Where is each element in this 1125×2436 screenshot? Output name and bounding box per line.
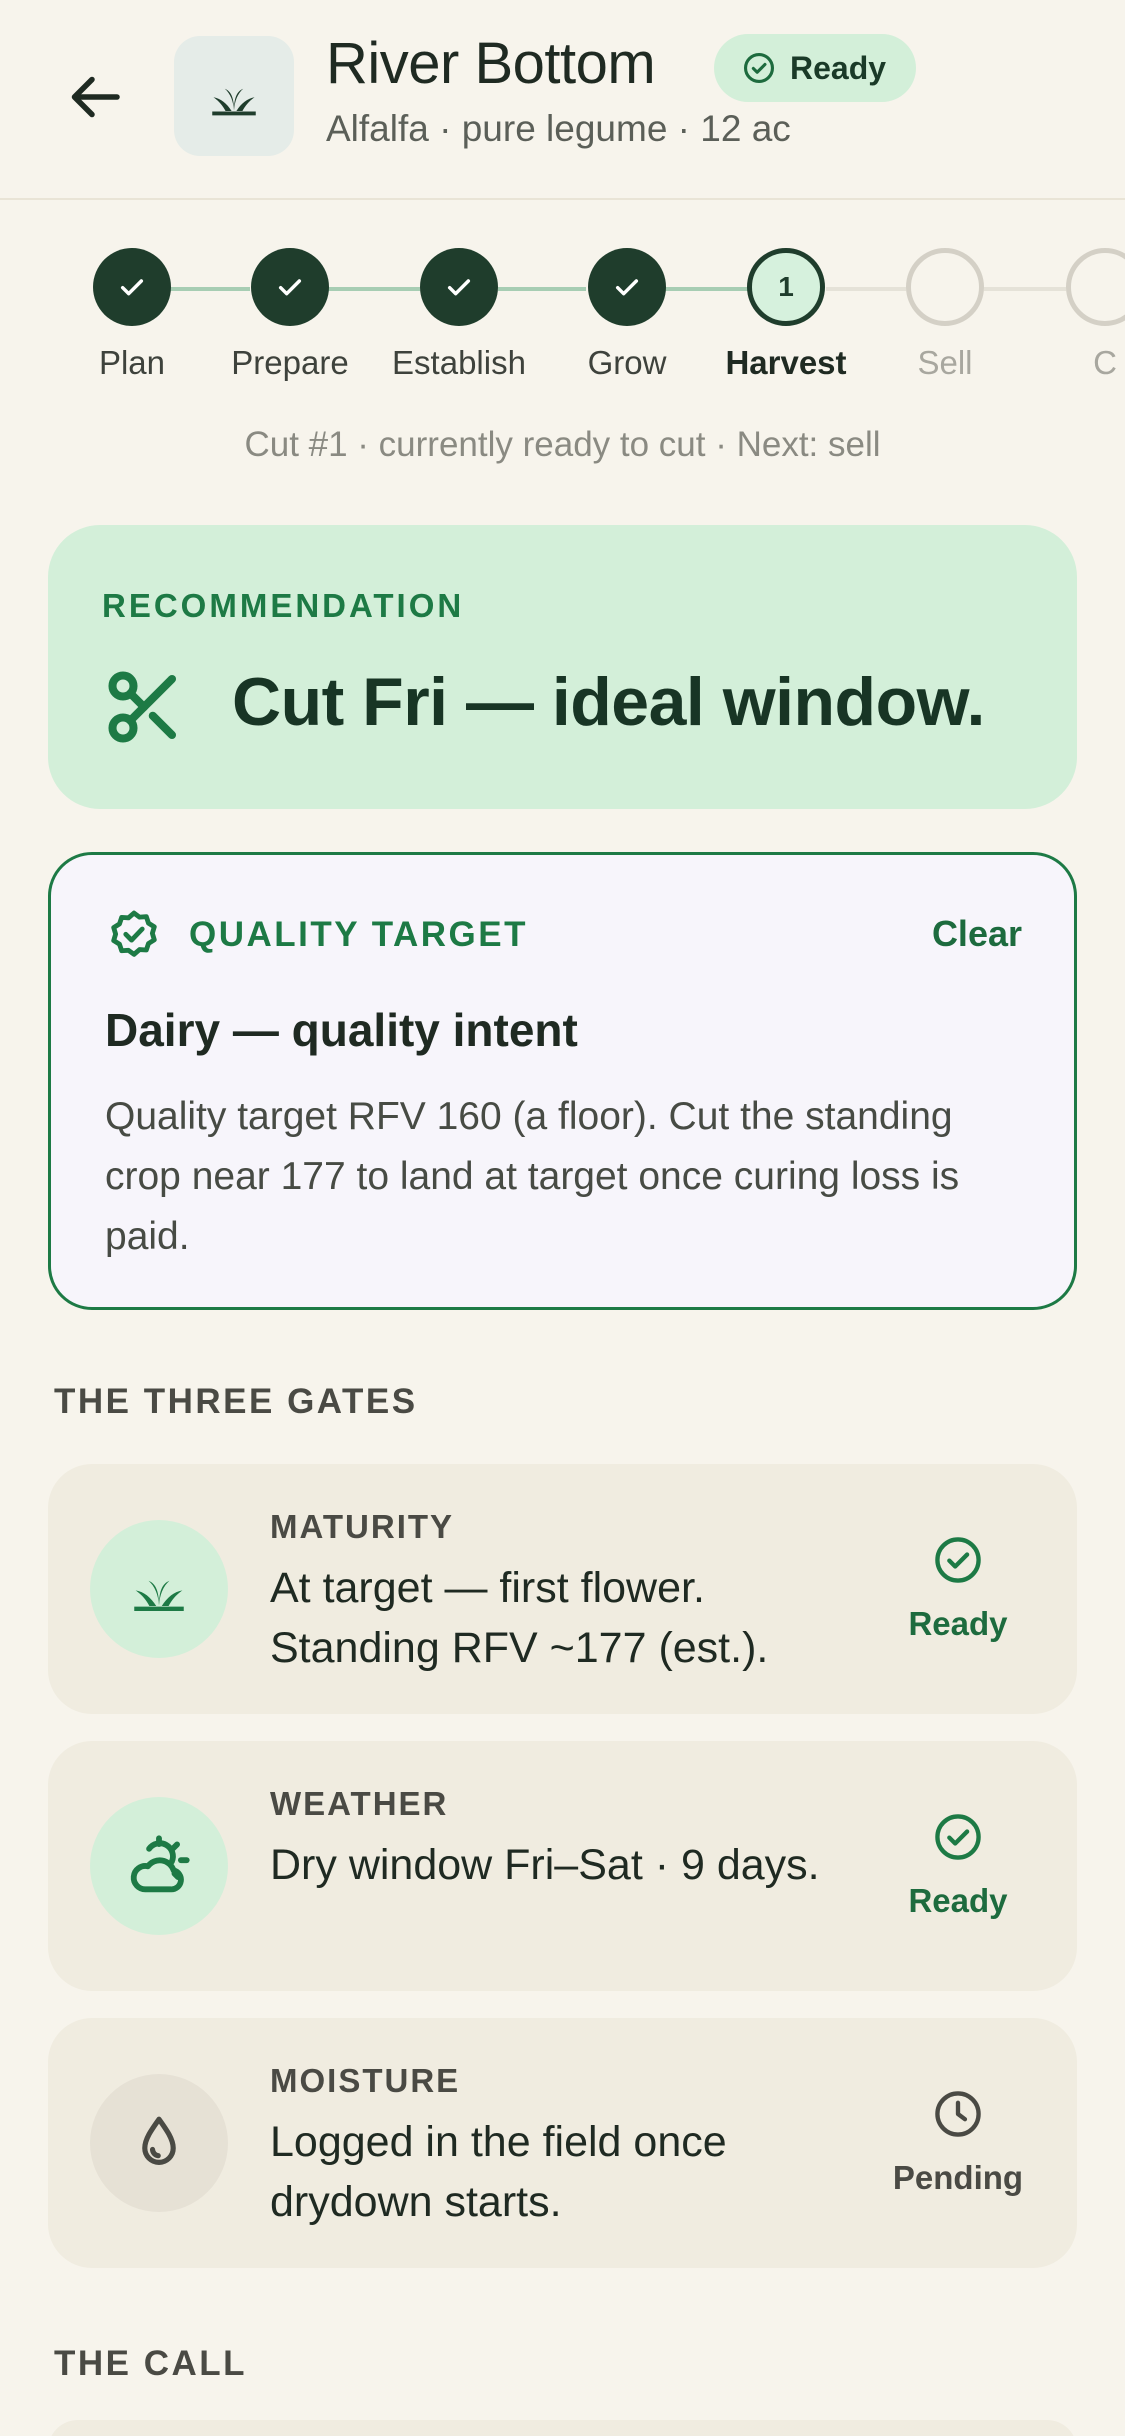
stepper-caption: Cut #1 · currently ready to cut · Next: …: [244, 425, 881, 464]
check-icon: [120, 279, 144, 296]
quality-target-eyebrow: QUALITY TARGET: [189, 915, 528, 954]
step-current-dot: 1: [747, 248, 825, 326]
gate-description: At target — first flower. Standing RFV ~…: [270, 1564, 769, 1672]
step-future-dot: [906, 248, 984, 326]
step-label: Grow: [587, 344, 667, 381]
gate-name: MOISTURE: [270, 2062, 461, 2099]
back-button[interactable]: [62, 62, 132, 132]
field-avatar: [174, 36, 294, 156]
status-badge: Ready: [714, 34, 917, 102]
step-next[interactable]: C: [1015, 248, 1125, 382]
quality-target-heading: Dairy — quality intent: [105, 1004, 578, 1056]
gate-status-label: Pending: [892, 2159, 1024, 2196]
section-label-the-call: THE CALL: [54, 2344, 248, 2383]
gate-icon-circle: [90, 1520, 228, 1658]
gate-weather[interactable]: WEATHER Dry window Fri–Sat · 9 days. Rea…: [48, 1741, 1077, 1991]
stepper-connector: [664, 287, 748, 291]
page-subtitle: Alfalfa · pure legume · 12 ac: [326, 108, 791, 149]
gate-name: WEATHER: [270, 1785, 449, 1822]
gate-icon-circle: [90, 1797, 228, 1935]
page-title: River Bottom: [326, 31, 656, 96]
clock-icon: [935, 2091, 981, 2137]
gate-description: Logged in the field once drydown starts.: [270, 2118, 727, 2226]
step-label: Prepare: [231, 344, 349, 381]
check-circle-icon: [743, 52, 775, 84]
gate-status: Ready: [868, 1811, 1048, 1920]
recommendation-headline: Cut Fri — ideal window.: [232, 664, 985, 740]
step-prepare[interactable]: Prepare: [200, 248, 380, 382]
check-icon: [615, 279, 639, 296]
sprout-icon: [134, 1580, 184, 1611]
gate-name: MATURITY: [270, 1508, 455, 1545]
gate-status-label: Ready: [908, 1605, 1008, 1642]
quality-target-card: QUALITY TARGET Clear Dairy — quality int…: [48, 852, 1077, 1310]
the-call-card[interactable]: [48, 2420, 1077, 2436]
gate-moisture[interactable]: MOISTURE Logged in the field once drydow…: [48, 2018, 1077, 2268]
gate-status: Pending: [868, 2088, 1048, 2197]
clear-button[interactable]: Clear: [932, 913, 1022, 955]
step-label: Sell: [917, 344, 973, 381]
check-icon: [447, 279, 471, 296]
step-label: C: [1093, 344, 1117, 381]
step-label: Establish: [392, 344, 526, 381]
stepper-connector: [984, 287, 1066, 291]
sprout-icon: [212, 88, 256, 116]
recommendation-card: RECOMMENDATION Cut Fri — ideal window.: [48, 525, 1077, 809]
stepper-connector: [498, 287, 586, 291]
stepper-connector: [826, 287, 906, 291]
recommendation-eyebrow: RECOMMENDATION: [102, 587, 465, 624]
step-done-dot: [588, 248, 666, 326]
step-label: Harvest: [725, 344, 847, 381]
check-icon: [278, 279, 302, 296]
step-done-dot: [93, 248, 171, 326]
check-circle-icon: [935, 1537, 981, 1583]
gate-status: Ready: [868, 1534, 1048, 1643]
quality-target-body: Quality target RFV 160 (a floor). Cut th…: [105, 1095, 960, 1258]
step-future-dot: [1066, 248, 1125, 326]
step-label: Plan: [98, 344, 166, 381]
scissors-icon: [108, 671, 177, 743]
gate-icon-circle: [90, 2074, 228, 2212]
step-done-dot: [251, 248, 329, 326]
cloud-sun-icon: [130, 1835, 190, 1893]
section-label-gates: THE THREE GATES: [54, 1382, 418, 1421]
check-circle-icon: [935, 1814, 981, 1860]
header: River Bottom Ready Alfalfa · pure legume…: [0, 0, 1125, 200]
badge-check-icon: [111, 910, 157, 957]
stage-stepper: Plan Prepare Establish Grow 1 Harvest Se…: [0, 200, 1125, 490]
step-plan[interactable]: Plan: [42, 248, 222, 382]
step-grow[interactable]: Grow: [537, 248, 717, 382]
gate-description: Dry window Fri–Sat · 9 days.: [270, 1841, 820, 1889]
step-done-dot: [420, 248, 498, 326]
step-establish[interactable]: Establish: [369, 248, 549, 382]
step-sell[interactable]: Sell: [855, 248, 1035, 382]
droplet-icon: [142, 2116, 176, 2165]
gate-status-label: Ready: [908, 1882, 1008, 1919]
arrow-left-icon: [71, 76, 120, 118]
stepper-connector: [328, 287, 420, 291]
step-harvest[interactable]: 1 Harvest: [696, 248, 876, 382]
status-badge-label: Ready: [790, 49, 887, 86]
gate-maturity[interactable]: MATURITY At target — first flower. Stand…: [48, 1464, 1077, 1714]
